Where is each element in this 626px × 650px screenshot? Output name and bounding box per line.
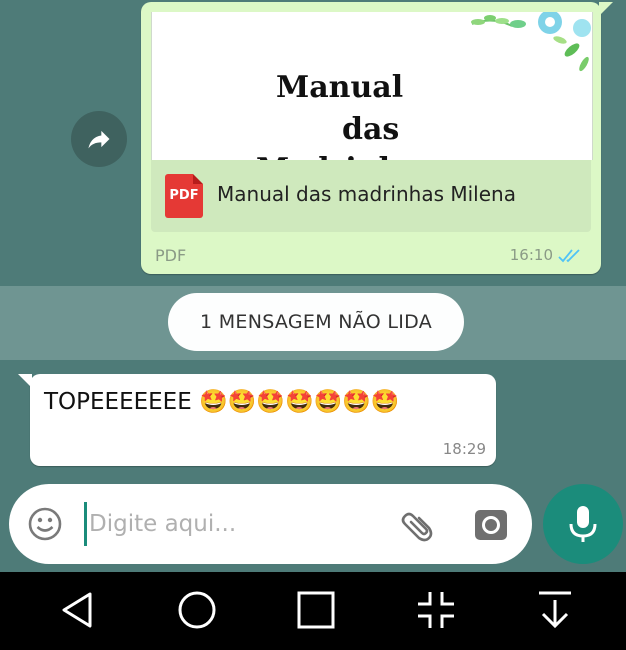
home-circle-icon[interactable]	[175, 588, 219, 632]
hide-keyboard-arrow-icon[interactable]	[533, 588, 577, 632]
forward-button[interactable]	[71, 111, 127, 167]
microphone-icon	[569, 506, 597, 542]
document-file-bar[interactable]: PDF Manual das madrinhas Milena	[151, 160, 591, 232]
recents-square-icon[interactable]	[294, 588, 338, 632]
message-input[interactable]	[89, 506, 379, 542]
document-file-type: PDF	[155, 246, 187, 265]
forward-arrow-icon	[88, 130, 110, 149]
pdf-file-icon: PDF	[165, 174, 203, 218]
camera-icon[interactable]	[471, 504, 511, 544]
android-navigation-bar	[0, 572, 626, 650]
voice-message-button[interactable]	[543, 484, 623, 564]
pdf-icon-label: PDF	[169, 188, 199, 203]
back-triangle-icon[interactable]	[56, 588, 100, 632]
message-time: 16:10	[509, 246, 553, 264]
emoji-face-icon[interactable]	[27, 506, 63, 542]
message-composer	[9, 484, 532, 564]
document-file-name: Manual das madrinhas Milena	[217, 182, 516, 206]
incoming-message[interactable]: TOPEEEEEEE 🤩🤩🤩🤩🤩🤩🤩 18:29	[18, 374, 496, 466]
paperclip-icon[interactable]	[395, 506, 435, 546]
preview-title-line-3: Madrinhas	[256, 149, 437, 160]
document-preview[interactable]: Manual das Madrinhas	[151, 12, 593, 160]
message-time: 18:29	[442, 440, 486, 458]
unread-messages-banner: 1 MENSAGEM NÃO LIDA	[168, 293, 464, 351]
text-cursor	[84, 502, 87, 546]
floral-decoration	[471, 12, 591, 72]
double-check-read-icon	[558, 249, 580, 263]
chat-area[interactable]: Manual das Madrinhas PDF Manual das madr…	[0, 0, 626, 572]
outgoing-document-message[interactable]: Manual das Madrinhas PDF Manual das madr…	[141, 2, 613, 274]
message-text: TOPEEEEEEE 🤩🤩🤩🤩🤩🤩🤩	[44, 389, 400, 415]
preview-title-line-1: Manual	[276, 70, 404, 105]
preview-title-line-2: das	[342, 112, 400, 147]
fullscreen-collapse-icon[interactable]	[414, 588, 458, 632]
